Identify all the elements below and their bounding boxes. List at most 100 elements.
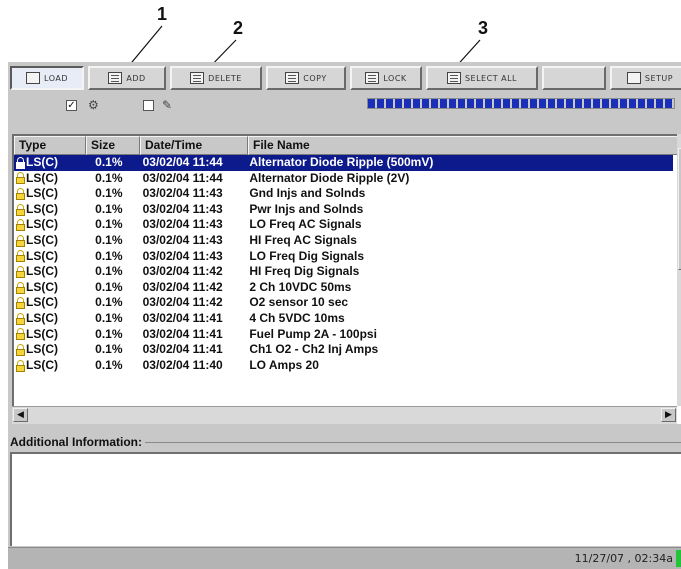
- lock-icon: [16, 219, 25, 232]
- load-button[interactable]: LOAD: [10, 66, 84, 90]
- scroll-left-arrow[interactable]: ◀: [13, 408, 28, 422]
- size-cell: 0.1%: [95, 248, 123, 263]
- lock-icon: [16, 187, 25, 200]
- table-row[interactable]: LS(C) 0.1% 03/02/04 11:44 Alternator Diode …: [14, 155, 673, 171]
- size-cell: 0.1%: [95, 232, 123, 247]
- date-time-cell: 03/02/04 11:42: [142, 295, 223, 310]
- type-value: LS(C): [26, 201, 58, 216]
- file-name-cell: Fuel Pump 2A - 100psi: [249, 326, 377, 341]
- table-row[interactable]: LS(C) 0.1% 03/02/04 11:40 LO Amps 20: [14, 358, 673, 374]
- type-value: LS(C): [26, 217, 58, 232]
- type-cell: LS(C): [14, 295, 85, 311]
- size-cell: 0.1%: [95, 326, 123, 341]
- file-list-header: Type Size Date/Time File Name: [14, 136, 681, 155]
- delete-file-icon: [190, 72, 205, 84]
- horizontal-scrollbar[interactable]: ◀ ▶: [12, 406, 677, 424]
- lock-icon: [16, 312, 25, 325]
- size-cell: 0.1%: [95, 264, 123, 279]
- type-value: LS(C): [26, 295, 58, 310]
- file-name-cell: LO Freq Dig Signals: [249, 248, 364, 263]
- scroll-right-arrow[interactable]: ▶: [661, 408, 676, 422]
- date-time-cell: 03/02/04 11:41: [142, 310, 223, 325]
- table-row[interactable]: LS(C) 0.1% 03/02/04 11:43 LO Freq AC Signal…: [14, 217, 673, 233]
- setup-button-label: SETUP: [644, 73, 674, 83]
- add-button-label: ADD: [126, 73, 146, 83]
- gear-icon: ⚙: [88, 98, 99, 112]
- table-row[interactable]: LS(C) 0.1% 03/02/04 11:44 Alternator Diode …: [14, 171, 673, 187]
- date-time-cell: 03/02/04 11:41: [142, 342, 223, 357]
- additional-information-field[interactable]: [10, 452, 681, 546]
- load-button-label: LOAD: [44, 73, 68, 83]
- additional-information-label: Additional Information:: [10, 434, 145, 450]
- select-all-icon: [446, 72, 461, 84]
- table-row[interactable]: LS(C) 0.1% 03/02/04 11:43 HI Freq AC Signal…: [14, 233, 673, 249]
- table-row[interactable]: LS(C) 0.1% 03/02/04 11:42 HI Freq Dig Signa…: [14, 264, 673, 280]
- table-row[interactable]: LS(C) 0.1% 03/02/04 11:42 2 Ch 10VDC 50ms: [14, 280, 673, 296]
- file-name-cell: Pwr Injs and Solnds: [249, 201, 364, 216]
- type-cell: LS(C): [14, 217, 85, 233]
- file-name-cell: 4 Ch 5VDC 10ms: [249, 310, 345, 325]
- date-time-cell: 03/02/04 11:44: [142, 170, 223, 185]
- type-value: LS(C): [26, 186, 58, 201]
- memory-usage-fill: [368, 99, 674, 108]
- lock-button[interactable]: LOCK: [350, 66, 422, 90]
- status-indicator: [676, 550, 681, 567]
- select-all-button-label: SELECT ALL: [464, 73, 518, 83]
- column-header-file-name[interactable]: File Name: [248, 136, 681, 155]
- file-name-cell: HI Freq Dig Signals: [249, 264, 360, 279]
- lock-icon: [16, 234, 25, 247]
- type-cell: LS(C): [14, 186, 85, 202]
- type-cell: LS(C): [14, 311, 85, 327]
- file-manager-window: LOAD ADD DELETE COPY LOCK SELECT ALL SET…: [8, 62, 681, 569]
- type-value: LS(C): [26, 279, 58, 294]
- lock-icon: [16, 265, 25, 278]
- control-row: ✓ ⚙ ✎: [8, 94, 681, 116]
- lock-icon: [16, 343, 25, 356]
- delete-button[interactable]: DELETE: [170, 66, 262, 90]
- type-cell: LS(C): [14, 264, 85, 280]
- lock-icon: [16, 297, 25, 310]
- size-cell: 0.1%: [95, 186, 123, 201]
- type-value: LS(C): [26, 326, 58, 341]
- type-value: LS(C): [26, 264, 58, 279]
- lock-button-label: LOCK: [383, 73, 407, 83]
- type-cell: LS(C): [14, 280, 85, 296]
- type-value: LS(C): [26, 342, 58, 357]
- callout-3: 3: [478, 18, 489, 38]
- setup-button[interactable]: SETUP: [610, 66, 681, 90]
- vertical-scrollbar[interactable]: [677, 134, 681, 406]
- blank-button[interactable]: [542, 66, 606, 90]
- table-row[interactable]: LS(C) 0.1% 03/02/04 11:43 Gnd Injs and Soln…: [14, 186, 673, 202]
- table-row[interactable]: LS(C) 0.1% 03/02/04 11:41 Ch1 O2 - Ch2 Inj …: [14, 342, 673, 358]
- date-time-cell: 03/02/04 11:44: [142, 155, 223, 169]
- type-value: LS(C): [26, 357, 58, 372]
- lock-icon: [16, 281, 25, 294]
- column-header-type[interactable]: Type: [14, 136, 86, 155]
- select-all-button[interactable]: SELECT ALL: [426, 66, 538, 90]
- table-row[interactable]: LS(C) 0.1% 03/02/04 11:41 4 Ch 5VDC 10ms: [14, 311, 673, 327]
- date-time-cell: 03/02/04 11:40: [142, 357, 223, 372]
- add-button[interactable]: ADD: [88, 66, 166, 90]
- column-header-size[interactable]: Size: [86, 136, 140, 155]
- copy-button[interactable]: COPY: [266, 66, 346, 90]
- table-row[interactable]: LS(C) 0.1% 03/02/04 11:43 Pwr Injs and Soln…: [14, 202, 673, 218]
- delete-button-label: DELETE: [208, 73, 242, 83]
- size-cell: 0.1%: [95, 357, 123, 372]
- lock-filter-checkbox[interactable]: ✓: [66, 100, 77, 111]
- file-name-cell: LO Amps 20: [249, 357, 319, 372]
- lock-icon: [16, 203, 25, 216]
- type-value: LS(C): [26, 155, 58, 169]
- setup-icon: [626, 72, 641, 84]
- type-cell: LS(C): [14, 358, 85, 374]
- lock-icon: [16, 156, 25, 169]
- column-header-date-time[interactable]: Date/Time: [140, 136, 248, 155]
- date-time-cell: 03/02/04 11:43: [142, 186, 223, 201]
- table-row[interactable]: LS(C) 0.1% 03/02/04 11:42 O2 sensor 10 sec: [14, 295, 673, 311]
- type-value: LS(C): [26, 170, 58, 185]
- type-cell: LS(C): [14, 327, 85, 343]
- table-row[interactable]: LS(C) 0.1% 03/02/04 11:41 Fuel Pump 2A - 10…: [14, 327, 673, 343]
- table-row[interactable]: LS(C) 0.1% 03/02/04 11:43 LO Freq Dig Signa…: [14, 249, 673, 265]
- type-cell: LS(C): [14, 342, 85, 358]
- lock-icon: [16, 328, 25, 341]
- edit-filter-checkbox[interactable]: [143, 100, 154, 111]
